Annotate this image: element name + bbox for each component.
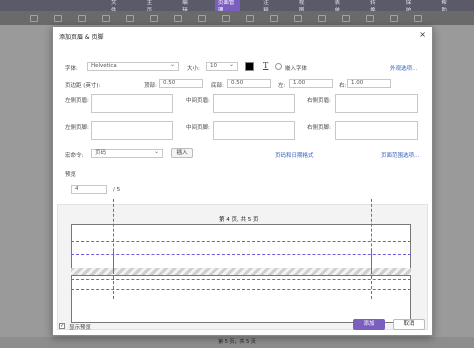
hand-tool-icon[interactable]: [30, 14, 38, 22]
left-margin-label: 左:: [278, 83, 286, 89]
preview-page-input[interactable]: 4: [71, 185, 107, 194]
center-header-textarea[interactable]: [213, 94, 295, 113]
top-margin-label: 顶部:: [144, 83, 157, 89]
center-footer-label: 中间页脚:: [186, 125, 210, 131]
font-label: 字体:: [65, 66, 78, 72]
tool-icon[interactable]: [342, 14, 350, 22]
margin-label: 页边距 (英寸):: [65, 83, 101, 89]
insert-button[interactable]: 插入: [171, 148, 193, 158]
bottom-margin-label: 底部:: [211, 83, 224, 89]
preview-total-pages: / 5: [113, 187, 121, 193]
tool-icon[interactable]: [414, 14, 422, 22]
top-margin-input[interactable]: 0.50: [159, 79, 203, 88]
left-header-textarea[interactable]: [91, 94, 173, 113]
close-icon[interactable]: ×: [419, 30, 426, 39]
tool-icon[interactable]: [102, 14, 110, 22]
right-header-textarea[interactable]: [335, 94, 418, 113]
tool-icon[interactable]: [222, 14, 230, 22]
right-margin-label: 右:: [339, 83, 347, 89]
left-footer-textarea[interactable]: [91, 121, 173, 140]
text-underline-icon[interactable]: T: [263, 61, 268, 70]
left-header-label: 左侧页眉:: [65, 98, 89, 104]
footer-margin-guide: [71, 279, 411, 280]
menu-bar: 文件 主页 编辑 页面管理 注释 视图 表单 转换 保护 帮助: [0, 0, 474, 15]
right-header-label: 右侧页眉:: [307, 98, 331, 104]
cancel-button[interactable]: 取消: [393, 319, 425, 330]
tool-icon[interactable]: [390, 14, 398, 22]
right-footer-label: 右侧页脚:: [307, 125, 331, 131]
bottom-margin-input[interactable]: 0.50: [227, 79, 271, 88]
left-footer-label: 左侧页脚:: [65, 125, 89, 131]
tool-icon[interactable]: [198, 14, 206, 22]
right-margin-guide: [371, 251, 372, 299]
tool-icon[interactable]: [174, 14, 182, 22]
show-preview-checkbox[interactable]: ✓: [59, 323, 65, 329]
page-date-format-link[interactable]: 页码和日期格式: [275, 151, 314, 159]
tool-icon[interactable]: [270, 14, 278, 22]
add-button[interactable]: 添加: [353, 319, 385, 330]
right-margin-input[interactable]: 1.00: [347, 79, 391, 88]
embed-font-label: 嵌入字体: [285, 66, 308, 72]
tool-icon[interactable]: [366, 14, 374, 22]
macro-label: 宏命令:: [65, 153, 84, 159]
appearance-options-link[interactable]: 外观选项...: [390, 64, 417, 72]
show-preview-label: 显示预览: [69, 325, 92, 331]
font-color-swatch[interactable]: [245, 62, 254, 71]
left-margin-input[interactable]: 1.00: [289, 79, 333, 88]
status-bar: 第 5 页，共 5 页: [0, 337, 474, 348]
header-margin-guide: [71, 241, 411, 242]
font-select[interactable]: Helvetica: [87, 61, 179, 71]
tool-icon[interactable]: [78, 14, 86, 22]
preview-page-bottom: [71, 275, 411, 323]
tool-icon[interactable]: [318, 14, 326, 22]
center-footer-textarea[interactable]: [213, 121, 295, 140]
tool-icon[interactable]: [126, 14, 134, 22]
page-range-options-link[interactable]: 页面范围选项...: [381, 151, 419, 159]
tool-icon[interactable]: [246, 14, 254, 22]
preview-header-text: 第 4 页, 共 5 页: [219, 217, 259, 223]
preview-label: 预览: [65, 172, 77, 178]
header-footer-dialog: 添加页眉 & 页脚 × 字体: Helvetica 大小: 10 T 嵌入字体 …: [52, 26, 433, 336]
size-select[interactable]: 10: [206, 61, 238, 71]
size-label: 大小:: [187, 66, 200, 72]
footer-margin-guide: [71, 289, 411, 290]
left-margin-guide: [113, 251, 114, 299]
header-margin-guide: [71, 254, 411, 255]
toolbar: [0, 11, 474, 25]
dialog-title: 添加页眉 & 页脚: [59, 34, 104, 41]
macro-select[interactable]: 页码: [91, 148, 163, 158]
tool-icon[interactable]: [294, 14, 302, 22]
right-footer-textarea[interactable]: [335, 121, 418, 140]
center-header-label: 中间页眉:: [186, 98, 210, 104]
tool-icon[interactable]: [54, 14, 62, 22]
embed-font-radio[interactable]: [275, 63, 282, 70]
tool-icon[interactable]: [150, 14, 158, 22]
